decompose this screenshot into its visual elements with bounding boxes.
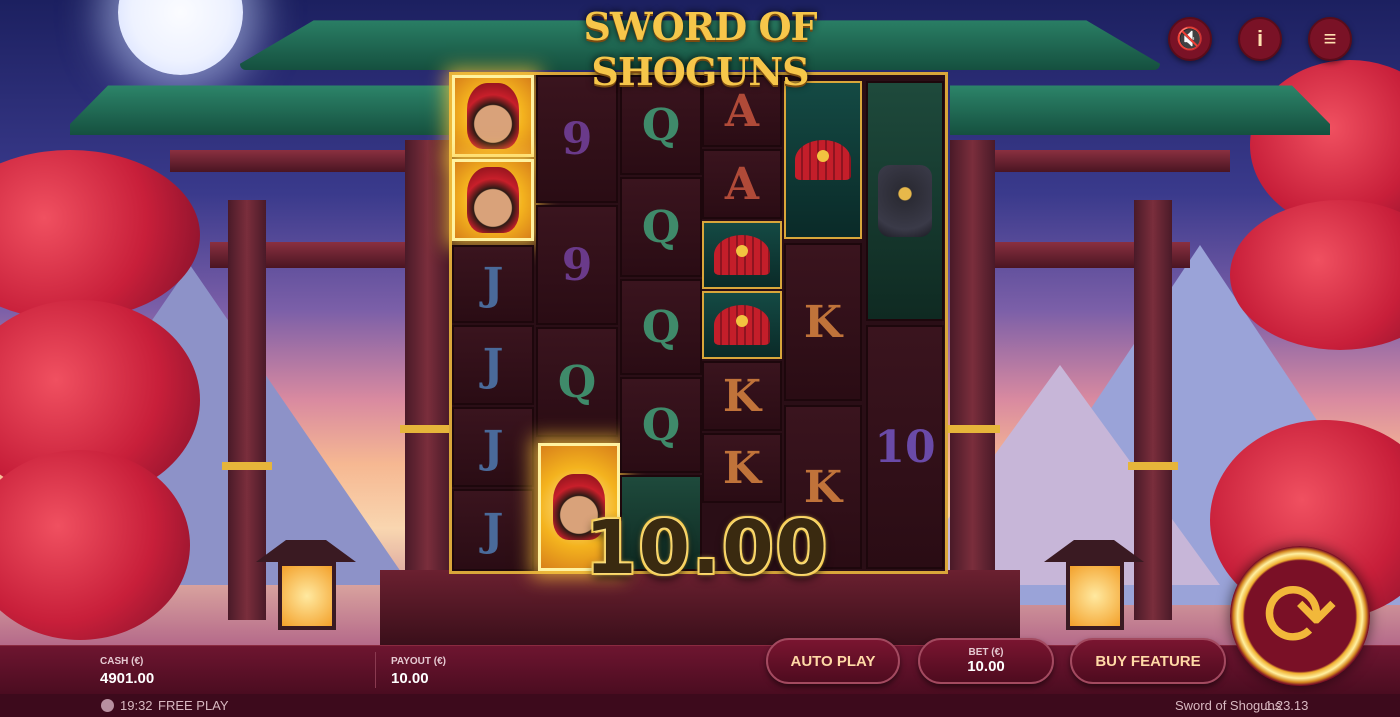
war-fan-icon — [795, 140, 851, 180]
symbol-armor-large — [866, 81, 944, 321]
bet-selector[interactable]: BET (€) 10.00 — [918, 638, 1054, 684]
lantern-left — [278, 562, 336, 630]
temple-roof-left — [70, 85, 450, 135]
game-logo: SWORD OF SHOGUNS — [583, 4, 817, 94]
cash-label: CASH (€) — [100, 656, 144, 667]
pillar-band — [222, 462, 272, 470]
game-scene: J J J J 9 9 Q Q Q Q Q A A K K K K 10 10.… — [0, 0, 1400, 645]
symbol-samurai-wild — [452, 159, 534, 241]
payout-label: PAYOUT (€) — [391, 656, 447, 667]
temple-pillar-left-inner — [405, 140, 450, 590]
menu-button[interactable]: ≡ — [1308, 17, 1352, 61]
symbol-j: J — [452, 245, 534, 323]
symbol-fan-large — [784, 81, 862, 239]
clock: 19:32 — [120, 698, 153, 713]
symbol-fan — [702, 221, 782, 289]
temple-pillar-left-outer — [228, 200, 266, 620]
samurai-armor-icon — [878, 165, 932, 237]
speaker-muted-icon: 🔇 — [1176, 26, 1204, 51]
divider — [375, 652, 376, 688]
temple-roof-right — [950, 85, 1330, 135]
footer: 19:32 FREE PLAY Sword of Shoguns 1.23.13 — [0, 694, 1400, 717]
moon — [118, 0, 243, 75]
war-fan-icon — [714, 235, 770, 275]
bet-label: BET (€) — [968, 647, 1004, 658]
buy-feature-label: BUY FEATURE — [1095, 652, 1201, 670]
provider-logo-icon — [101, 699, 114, 712]
spin-button[interactable]: ⟳ — [1230, 546, 1370, 686]
war-fan-icon — [714, 305, 770, 345]
symbol-fan — [702, 291, 782, 359]
info-button[interactable]: i — [1238, 17, 1282, 61]
symbol-j: J — [452, 325, 534, 405]
cash-value: 4901.00 — [100, 670, 155, 687]
info-icon: i — [1256, 26, 1264, 51]
symbol-j: J — [452, 407, 534, 487]
symbol-q: Q — [536, 327, 618, 437]
pillar-band — [400, 425, 455, 433]
symbol-k: K — [784, 243, 862, 401]
symbol-q: Q — [620, 177, 702, 277]
symbol-k: K — [702, 361, 782, 431]
symbol-q: Q — [620, 279, 702, 375]
lantern-right — [1066, 562, 1124, 630]
reel-grid: J J J J 9 9 Q Q Q Q Q A A K K K K 10 — [449, 72, 948, 574]
symbol-10: 10 — [866, 325, 944, 569]
samurai-face-icon — [467, 167, 519, 233]
symbol-9: 9 — [536, 75, 618, 203]
pillar-band — [1128, 462, 1178, 470]
buy-feature-button[interactable]: BUY FEATURE — [1070, 638, 1226, 684]
hamburger-menu-icon: ≡ — [1323, 26, 1337, 51]
temple-pillar-right-inner — [950, 140, 995, 590]
symbol-q: Q — [620, 377, 702, 473]
auto-play-label: AUTO PLAY — [790, 652, 876, 670]
pillar-band — [945, 425, 1000, 433]
symbol-a: A — [702, 149, 782, 219]
sound-toggle-button[interactable]: 🔇 — [1168, 17, 1212, 61]
auto-play-button[interactable]: AUTO PLAY — [766, 638, 900, 684]
version: 1.23.13 — [1265, 698, 1309, 713]
symbol-k: K — [702, 433, 782, 503]
play-mode: FREE PLAY — [158, 698, 229, 713]
temple-pillar-right-outer — [1134, 200, 1172, 620]
bet-value: 10.00 — [967, 658, 1005, 675]
symbol-j: J — [452, 489, 534, 571]
payout-value: 10.00 — [391, 670, 429, 687]
spin-arrows-icon: ⟳ — [1262, 563, 1338, 668]
symbol-9: 9 — [536, 205, 618, 325]
win-amount: 10.00 — [585, 505, 830, 591]
